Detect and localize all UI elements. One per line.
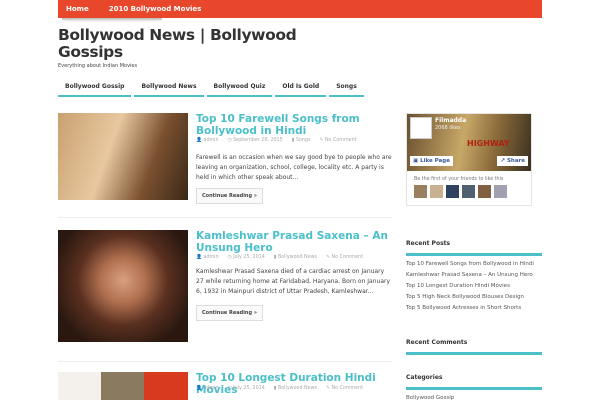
author[interactable]: 👤 admin bbox=[196, 255, 219, 260]
recent-post-link[interactable]: Top 5 Bollywood Actresses in Short Short… bbox=[406, 305, 542, 311]
like-page-label: Like Page bbox=[420, 158, 450, 164]
comments-text: No Comment bbox=[331, 386, 364, 391]
comments[interactable]: ✎ No Comment bbox=[319, 138, 356, 143]
author[interactable]: 👤 admin bbox=[196, 138, 219, 143]
avatar[interactable] bbox=[414, 185, 427, 198]
post-thumbnail[interactable] bbox=[58, 113, 188, 200]
categories-widget: Categories Bollywood Gossip bbox=[406, 374, 542, 401]
date: ◷ September 28, 2015 bbox=[227, 138, 283, 143]
fb-cover-text: HIGHWAY bbox=[467, 139, 510, 148]
like-page-button[interactable]: ▣ Like Page bbox=[410, 156, 453, 166]
top-nav: Home 2010 Bollywood Movies bbox=[58, 0, 542, 18]
fb-likes: 2068 likes bbox=[435, 125, 461, 131]
recent-posts-list: Top 10 Farewell Songs from Bollywood in … bbox=[406, 261, 542, 311]
date: ◷ July 25, 2014 bbox=[227, 255, 265, 260]
share-label: Share bbox=[506, 158, 525, 164]
menu-old-is-gold[interactable]: Old Is Gold bbox=[275, 80, 327, 97]
avatar[interactable] bbox=[494, 185, 507, 198]
recent-post-link[interactable]: Top 10 Farewell Songs from Bollywood in … bbox=[406, 261, 542, 267]
post-title[interactable]: Top 10 Farewell Songs from Bollywood in … bbox=[196, 113, 392, 137]
avatar[interactable] bbox=[478, 185, 491, 198]
recent-posts-widget: Recent Posts Top 10 Farewell Songs from … bbox=[406, 240, 542, 311]
fb-friends-text: Be the first of your friends to like thi… bbox=[414, 177, 504, 182]
author[interactable]: 👤 admin bbox=[196, 386, 219, 391]
nav-shadow bbox=[62, 18, 162, 22]
post-meta: 👤 admin ◷ July 25, 2014 ▮ Bollywood News… bbox=[196, 386, 363, 391]
comments-text: No Comment bbox=[331, 255, 364, 260]
widget-title: Recent Posts bbox=[406, 240, 542, 256]
avatar[interactable] bbox=[430, 185, 443, 198]
recent-post-link[interactable]: Top 5 High Neck Bollywood Blouses Design bbox=[406, 294, 542, 300]
category[interactable]: ▮ Bollywood News bbox=[274, 386, 317, 391]
menu-bollywood-quiz[interactable]: Bollywood Quiz bbox=[206, 80, 273, 97]
comments[interactable]: ✎ No Comment bbox=[326, 255, 363, 260]
date: ◷ July 25, 2014 bbox=[227, 386, 265, 391]
fb-page-name[interactable]: Filmadda bbox=[435, 117, 466, 124]
recent-comments-widget: Recent Comments bbox=[406, 339, 542, 355]
recent-post-link[interactable]: Kamleshwar Prasad Saxena – An Unsung Her… bbox=[406, 272, 542, 278]
top-nav-home[interactable]: Home bbox=[66, 5, 89, 13]
site-tagline: Everything about Indian Movies bbox=[58, 63, 138, 69]
widget-title: Recent Comments bbox=[406, 339, 542, 355]
divider bbox=[58, 217, 392, 218]
post: Top 10 Farewell Songs from Bollywood in … bbox=[58, 113, 392, 213]
facebook-widget: Filmadda 2068 likes HIGHWAY ▣ Like Page … bbox=[406, 113, 532, 206]
author-name: admin bbox=[203, 138, 219, 143]
fb-friend-avatars bbox=[414, 185, 507, 198]
comments-text: No Comment bbox=[324, 138, 357, 143]
post: Kamleshwar Prasad Saxena – An Unsung Her… bbox=[58, 230, 392, 342]
post-title[interactable]: Kamleshwar Prasad Saxena – An Unsung Her… bbox=[196, 230, 392, 254]
post-thumbnail[interactable] bbox=[58, 372, 188, 400]
avatar[interactable] bbox=[446, 185, 459, 198]
date-text: September 28, 2015 bbox=[233, 138, 283, 143]
continue-reading-button[interactable]: Continue Reading » bbox=[196, 188, 264, 204]
facebook-cover: Filmadda 2068 likes HIGHWAY ▣ Like Page … bbox=[407, 114, 531, 171]
top-nav-2010-movies[interactable]: 2010 Bollywood Movies bbox=[109, 5, 202, 13]
author-name: admin bbox=[203, 386, 219, 391]
category-text: Bollywood News bbox=[277, 386, 317, 391]
continue-reading-button[interactable]: Continue Reading » bbox=[196, 305, 264, 321]
recent-post-link[interactable]: Top 10 Longest Duration Hindi Movies bbox=[406, 283, 542, 289]
widget-title: Categories bbox=[406, 374, 542, 390]
main-menu: Bollywood Gossip Bollywood News Bollywoo… bbox=[58, 80, 364, 97]
post-excerpt: Farewell is an occasion when we say good… bbox=[196, 154, 392, 181]
date-text: July 25, 2014 bbox=[233, 386, 265, 391]
post-thumbnail[interactable] bbox=[58, 230, 188, 342]
comments[interactable]: ✎ No Comment bbox=[326, 386, 363, 391]
menu-songs[interactable]: Songs bbox=[329, 80, 364, 97]
category[interactable]: ▮ Bollywood News bbox=[274, 255, 317, 260]
category-link[interactable]: Bollywood Gossip bbox=[406, 395, 542, 401]
menu-bollywood-news[interactable]: Bollywood News bbox=[134, 80, 204, 97]
author-name: admin bbox=[203, 255, 219, 260]
post-title[interactable]: Top 10 Longest Duration Hindi Movies bbox=[196, 372, 392, 396]
avatar[interactable] bbox=[462, 185, 475, 198]
date-text: July 25, 2014 bbox=[233, 255, 265, 260]
post-meta: 👤 admin ◷ July 25, 2014 ▮ Bollywood News… bbox=[196, 255, 363, 260]
category-text: Bollywood News bbox=[277, 255, 317, 260]
post-meta: 👤 admin ◷ September 28, 2015 ▮ Songs ✎ N… bbox=[196, 138, 357, 143]
page-logo[interactable] bbox=[410, 117, 432, 139]
category-text: Songs bbox=[295, 138, 311, 143]
menu-bollywood-gossip[interactable]: Bollywood Gossip bbox=[58, 80, 132, 97]
post-excerpt: Kamleshwar Prasad Saxena died of a cardi… bbox=[196, 268, 391, 295]
category[interactable]: ▮ Songs bbox=[292, 138, 311, 143]
post: Top 10 Longest Duration Hindi Movies 👤 a… bbox=[58, 372, 392, 400]
share-button[interactable]: ↗ Share bbox=[497, 156, 528, 166]
divider bbox=[58, 361, 392, 362]
site-title[interactable]: Bollywood News | Bollywood Gossips bbox=[58, 27, 298, 61]
